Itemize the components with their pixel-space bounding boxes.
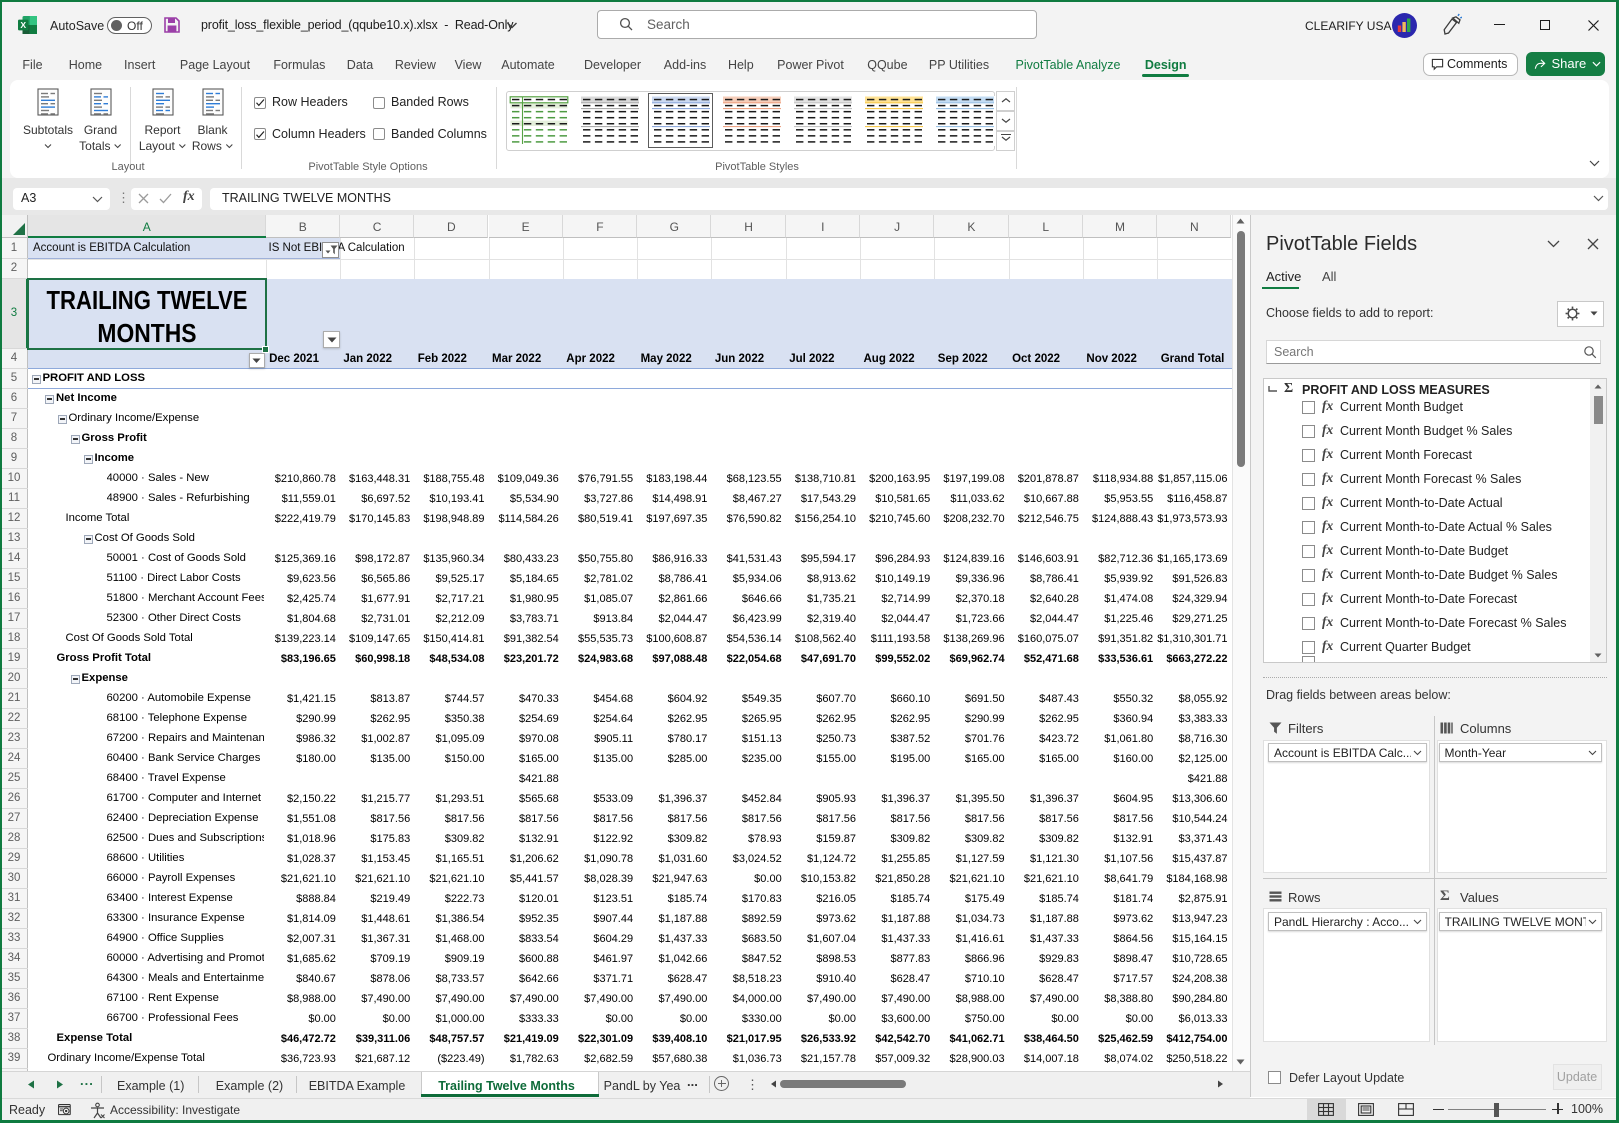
svg-text:X: X [20, 20, 26, 30]
